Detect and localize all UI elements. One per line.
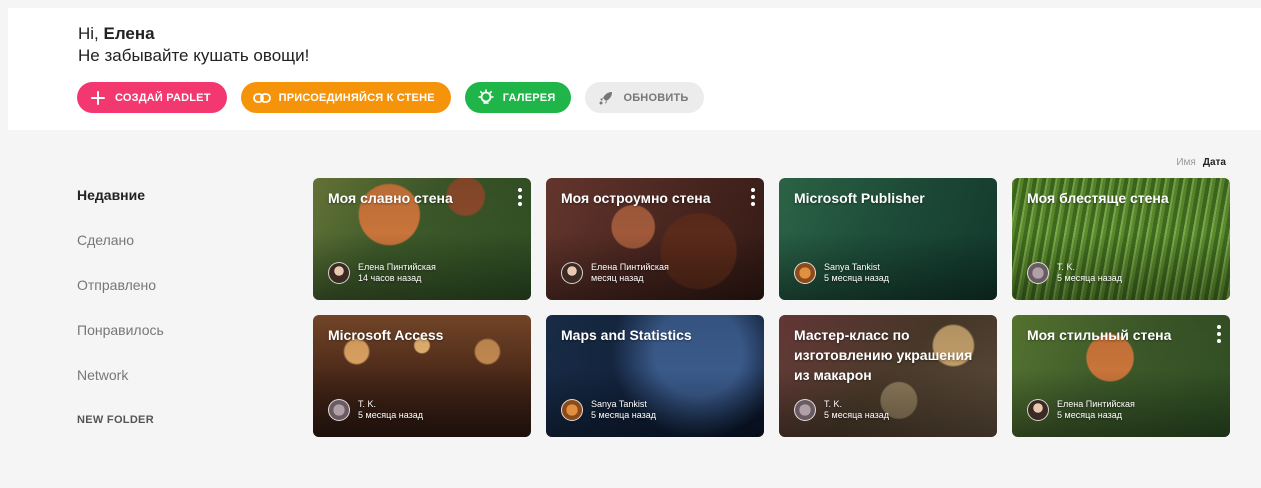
sidebar: Недавние Сделано Отправлено Понравилось … xyxy=(77,187,164,457)
card-title: Microsoft Publisher xyxy=(794,190,925,206)
user-name: Елена xyxy=(103,24,155,43)
avatar xyxy=(794,262,816,284)
padlet-card[interactable]: Моя славно стена Елена Пинтийская 14 часо… xyxy=(313,178,531,300)
card-title: Моя стильный стена xyxy=(1027,327,1172,343)
card-time: 5 месяца назад xyxy=(1057,273,1122,283)
card-author: Sanya Tankist 5 месяца назад xyxy=(561,399,656,421)
padlet-card[interactable]: Моя блестяще стена T. K. 5 месяца назад xyxy=(1012,178,1230,300)
greeting: Hi, Елена xyxy=(78,24,155,44)
card-author: Елена Пинтийская месяц назад xyxy=(561,262,669,284)
padlet-card[interactable]: Мастер-класс по изготовлению украшения и… xyxy=(779,315,997,437)
gallery-button[interactable]: ГАЛЕРЕЯ xyxy=(464,82,572,113)
rocket-icon xyxy=(597,89,615,107)
sort-by-date[interactable]: Дата xyxy=(1203,157,1226,168)
padlet-card[interactable]: Моя остроумно стена Елена Пинтийская меся… xyxy=(546,178,764,300)
update-button[interactable]: ОБНОВИТЬ xyxy=(585,82,705,113)
new-folder-button[interactable]: NEW FOLDER xyxy=(77,412,164,457)
padlet-grid: Моя славно стена Елена Пинтийская 14 часо… xyxy=(313,178,1230,437)
more-menu-icon[interactable] xyxy=(517,188,523,206)
plus-icon xyxy=(89,89,107,107)
card-time: месяц назад xyxy=(591,273,644,283)
card-time: 5 месяца назад xyxy=(824,410,889,420)
author-name: Sanya Tankist xyxy=(591,399,647,409)
card-title: Maps and Statistics xyxy=(561,327,692,343)
padlet-card[interactable]: Microsoft Access T. K. 5 месяца назад xyxy=(313,315,531,437)
card-time: 5 месяца назад xyxy=(591,410,656,420)
create-padlet-button[interactable]: СОЗДАЙ PADLET xyxy=(77,82,227,113)
greeting-prefix: Hi, xyxy=(78,24,104,43)
more-menu-icon[interactable] xyxy=(1216,325,1222,343)
sidebar-item-recent[interactable]: Недавние xyxy=(77,187,164,232)
card-time: 5 месяца назад xyxy=(1057,410,1122,420)
more-menu-icon[interactable] xyxy=(750,188,756,206)
card-title: Мастер-класс по изготовлению украшения и… xyxy=(794,327,973,383)
card-time: 5 месяца назад xyxy=(358,410,423,420)
sort-options: Имя Дата xyxy=(1176,157,1226,168)
sidebar-item-network[interactable]: Network xyxy=(77,367,164,412)
author-name: T. K. xyxy=(1057,262,1076,272)
avatar xyxy=(794,399,816,421)
avatar xyxy=(561,262,583,284)
welcome-header: Hi, Елена Не забывайте кушать овощи! СОЗ… xyxy=(8,8,1261,130)
card-author: T. K. 5 месяца назад xyxy=(794,399,889,421)
lightbulb-icon xyxy=(477,88,495,107)
card-title: Моя блестяще стена xyxy=(1027,190,1169,206)
avatar xyxy=(328,262,350,284)
card-title: Моя остроумно стена xyxy=(561,190,711,206)
action-bar: СОЗДАЙ PADLET ПРИСОЕДИНЯЙСЯ К СТЕНЕ ГАЛЕ… xyxy=(77,82,705,113)
author-name: Елена Пинтийская xyxy=(591,262,669,272)
avatar xyxy=(1027,399,1049,421)
card-title: Microsoft Access xyxy=(328,327,444,343)
card-author: T. K. 5 месяца назад xyxy=(328,399,423,421)
avatar xyxy=(328,399,350,421)
update-label: ОБНОВИТЬ xyxy=(623,91,689,104)
card-author: T. K. 5 месяца назад xyxy=(1027,262,1122,284)
card-time: 14 часов назад xyxy=(358,273,422,283)
author-name: Елена Пинтийская xyxy=(1057,399,1135,409)
join-wall-label: ПРИСОЕДИНЯЙСЯ К СТЕНЕ xyxy=(278,91,435,104)
sort-by-name[interactable]: Имя xyxy=(1176,157,1195,168)
sidebar-item-liked[interactable]: Понравилось xyxy=(77,322,164,367)
avatar xyxy=(1027,262,1049,284)
padlet-card[interactable]: Maps and Statistics Sanya Tankist 5 месяц… xyxy=(546,315,764,437)
padlet-card[interactable]: Microsoft Publisher Sanya Tankist 5 месяц… xyxy=(779,178,997,300)
card-time: 5 месяца назад xyxy=(824,273,889,283)
author-name: Sanya Tankist xyxy=(824,262,880,272)
card-author: Елена Пинтийская 14 часов назад xyxy=(328,262,436,284)
padlet-card[interactable]: Моя стильный стена Елена Пинтийская 5 мес… xyxy=(1012,315,1230,437)
tagline: Не забывайте кушать овощи! xyxy=(78,46,310,65)
card-author: Sanya Tankist 5 месяца назад xyxy=(794,262,889,284)
create-padlet-label: СОЗДАЙ PADLET xyxy=(115,91,211,104)
link-icon xyxy=(252,89,271,107)
sidebar-item-sent[interactable]: Отправлено xyxy=(77,277,164,322)
card-author: Елена Пинтийская 5 месяца назад xyxy=(1027,399,1135,421)
avatar xyxy=(561,399,583,421)
gallery-label: ГАЛЕРЕЯ xyxy=(502,91,556,104)
sidebar-item-made[interactable]: Сделано xyxy=(77,232,164,277)
author-name: Елена Пинтийская xyxy=(358,262,436,272)
author-name: T. K. xyxy=(824,399,843,409)
join-wall-button[interactable]: ПРИСОЕДИНЯЙСЯ К СТЕНЕ xyxy=(240,82,451,113)
card-title: Моя славно стена xyxy=(328,190,453,206)
author-name: T. K. xyxy=(358,399,377,409)
